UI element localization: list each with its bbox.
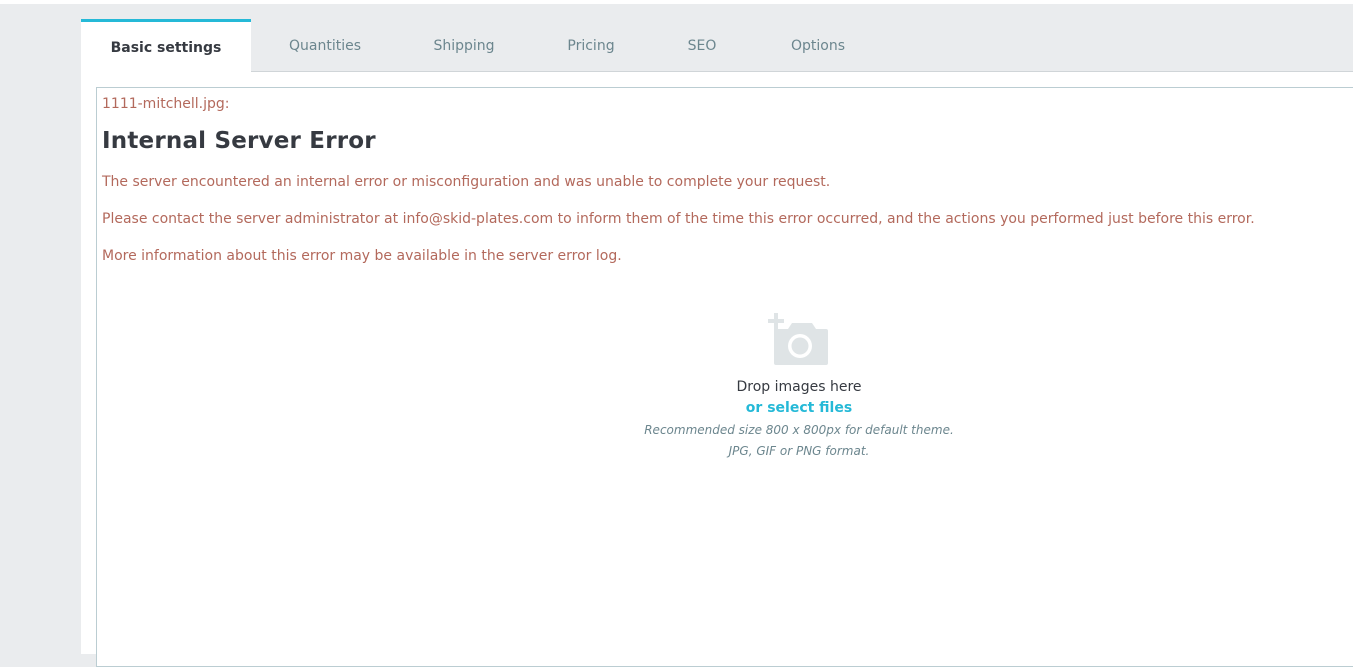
tab-seo[interactable]: SEO: [653, 19, 751, 72]
file-format-hint: JPG, GIF or PNG format.: [728, 444, 870, 458]
select-files-link[interactable]: or select files: [617, 400, 981, 416]
tab-pricing[interactable]: Pricing: [529, 19, 653, 72]
error-message: The server encountered an internal error…: [102, 174, 831, 190]
tab-options[interactable]: Options: [751, 19, 885, 72]
tab-shipping[interactable]: Shipping: [399, 19, 529, 72]
error-title: Internal Server Error: [102, 128, 376, 154]
left-gutter: [0, 0, 81, 654]
product-form-panel: Basic settings Quantities Shipping Prici…: [81, 4, 1353, 667]
image-dropzone[interactable]: Drop images here or select files Recomme…: [617, 303, 981, 463]
add-photo-icon: [768, 313, 828, 365]
error-contact-message: Please contact the server administrator …: [102, 211, 1255, 227]
drop-images-text: Drop images here: [736, 379, 862, 395]
tab-bar: Basic settings Quantities Shipping Prici…: [81, 4, 1353, 73]
tab-basic-settings[interactable]: Basic settings: [81, 19, 251, 73]
error-log-message: More information about this error may be…: [102, 248, 622, 264]
tab-quantities[interactable]: Quantities: [251, 19, 399, 72]
recommended-size-hint: Recommended size 800 x 800px for default…: [644, 423, 954, 437]
error-filename: 1111-mitchell.jpg:: [102, 96, 230, 112]
images-dropzone-panel: 1111-mitchell.jpg: Internal Server Error…: [96, 87, 1353, 667]
